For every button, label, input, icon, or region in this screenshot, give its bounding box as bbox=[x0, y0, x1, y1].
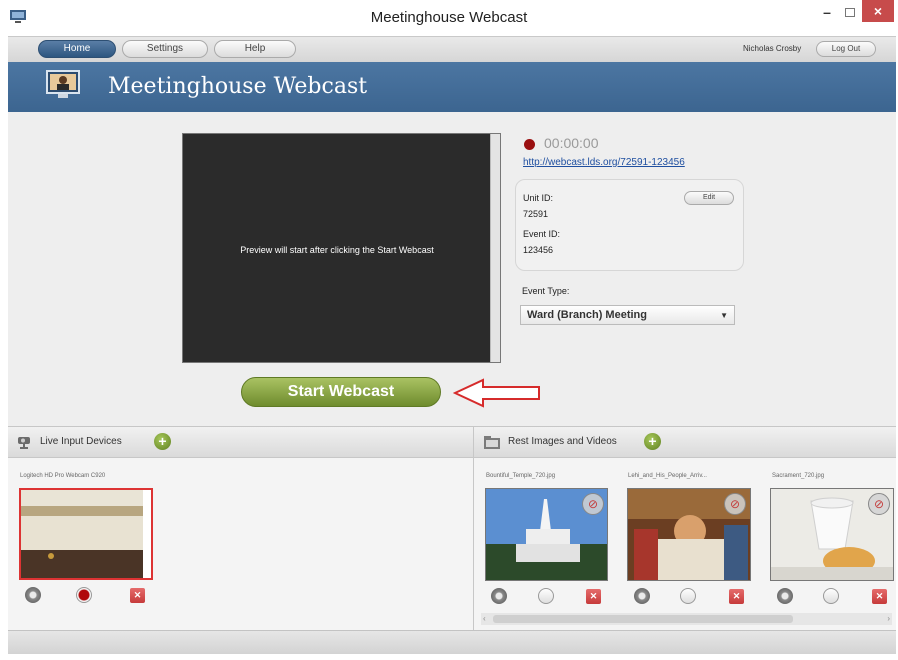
log-out-button[interactable]: Log Out bbox=[816, 41, 876, 57]
panel-divider bbox=[473, 426, 474, 630]
device-settings-gear-icon[interactable] bbox=[25, 587, 41, 603]
rest-item-settings-gear-icon[interactable] bbox=[634, 588, 650, 604]
event-type-label: Event Type: bbox=[522, 286, 570, 296]
page-title: Meetinghouse Webcast bbox=[108, 74, 368, 99]
device-thumbnail[interactable] bbox=[19, 488, 153, 580]
unit-id-label: Unit ID: bbox=[523, 193, 554, 203]
rest-images-body: Bountiful_Temple_720.jpg ⊘ ✕ Lehi_and_Hi… bbox=[474, 458, 896, 630]
mute-icon[interactable]: ⊘ bbox=[724, 493, 746, 515]
live-input-body: Logitech HD Pro Webcam C920 ✕ bbox=[8, 458, 473, 630]
event-info-box: Unit ID: 72591 Event ID: 123456 Edit bbox=[515, 179, 744, 271]
event-type-value: Ward (Branch) Meeting bbox=[527, 309, 647, 321]
rest-item-label: Lehi_and_His_People_Arriv... bbox=[628, 473, 707, 479]
rest-item-radio[interactable] bbox=[680, 588, 696, 604]
tab-help[interactable]: Help bbox=[214, 40, 296, 58]
broadcast-presenter-icon bbox=[46, 70, 80, 98]
user-name: Nicholas Crosby bbox=[743, 44, 802, 53]
status-bar bbox=[8, 630, 896, 654]
title-bar: Meetinghouse Webcast – × bbox=[0, 0, 898, 36]
add-rest-image-button[interactable]: + bbox=[644, 433, 661, 450]
mute-icon[interactable]: ⊘ bbox=[868, 493, 890, 515]
app-header: Meetinghouse Webcast bbox=[8, 62, 896, 112]
device-active-radio[interactable] bbox=[76, 587, 92, 603]
rest-images-title: Rest Images and Videos bbox=[508, 436, 617, 447]
chevron-down-icon: ▼ bbox=[720, 311, 728, 320]
event-id-value: 123456 bbox=[523, 245, 554, 255]
left-arrow-icon bbox=[453, 378, 540, 408]
preview-message: Preview will start after clicking the St… bbox=[240, 245, 434, 255]
rest-item-label: Bountiful_Temple_720.jpg bbox=[486, 473, 556, 479]
start-webcast-button[interactable]: Start Webcast bbox=[241, 377, 441, 407]
scrollbar-thumb[interactable] bbox=[493, 615, 793, 623]
preview-scrollbar[interactable] bbox=[490, 134, 500, 362]
rest-item-radio[interactable] bbox=[823, 588, 839, 604]
edit-button[interactable]: Edit bbox=[684, 191, 734, 205]
webcam-icon bbox=[18, 437, 30, 449]
webcast-url-link[interactable]: http://webcast.lds.org/72591-123456 bbox=[523, 157, 685, 168]
scroll-left-icon[interactable]: ‹ bbox=[483, 614, 486, 623]
rest-item-remove-button[interactable]: ✕ bbox=[729, 589, 744, 604]
live-input-title: Live Input Devices bbox=[40, 436, 122, 447]
minimize-button[interactable]: – bbox=[820, 5, 834, 20]
webcast-timer: 00:00:00 bbox=[544, 135, 599, 151]
rest-item-remove-button[interactable]: ✕ bbox=[872, 589, 887, 604]
rest-item-label: Sacrament_720.jpg bbox=[772, 473, 825, 479]
main-area: Preview will start after clicking the St… bbox=[8, 112, 896, 426]
add-live-input-button[interactable]: + bbox=[154, 433, 171, 450]
unit-id-value: 72591 bbox=[523, 209, 549, 219]
tab-settings[interactable]: Settings bbox=[122, 40, 208, 58]
rest-item-settings-gear-icon[interactable] bbox=[491, 588, 507, 604]
rest-images-header: Rest Images and Videos + bbox=[474, 426, 896, 458]
window-title: Meetinghouse Webcast bbox=[370, 9, 528, 26]
rest-item-settings-gear-icon[interactable] bbox=[777, 588, 793, 604]
recording-indicator-icon bbox=[524, 139, 535, 150]
maximize-button[interactable] bbox=[845, 8, 855, 17]
image-folder-icon bbox=[484, 436, 500, 449]
event-id-label: Event ID: bbox=[523, 229, 561, 239]
device-label: Logitech HD Pro Webcam C920 bbox=[20, 473, 106, 479]
live-input-header: Live Input Devices + bbox=[8, 426, 473, 458]
close-button[interactable]: × bbox=[862, 0, 894, 22]
scroll-right-icon[interactable]: › bbox=[887, 614, 890, 623]
mute-icon[interactable]: ⊘ bbox=[582, 493, 604, 515]
horizontal-scrollbar[interactable]: ‹ › bbox=[481, 613, 892, 625]
video-preview: Preview will start after clicking the St… bbox=[182, 133, 501, 363]
rest-item-radio[interactable] bbox=[538, 588, 554, 604]
nav-bar: Home Settings Help Nicholas Crosby Log O… bbox=[8, 36, 896, 62]
device-remove-button[interactable]: ✕ bbox=[130, 588, 145, 603]
event-type-select[interactable]: Ward (Branch) Meeting ▼ bbox=[520, 305, 735, 325]
tab-home[interactable]: Home bbox=[38, 40, 116, 58]
rest-item-remove-button[interactable]: ✕ bbox=[586, 589, 601, 604]
